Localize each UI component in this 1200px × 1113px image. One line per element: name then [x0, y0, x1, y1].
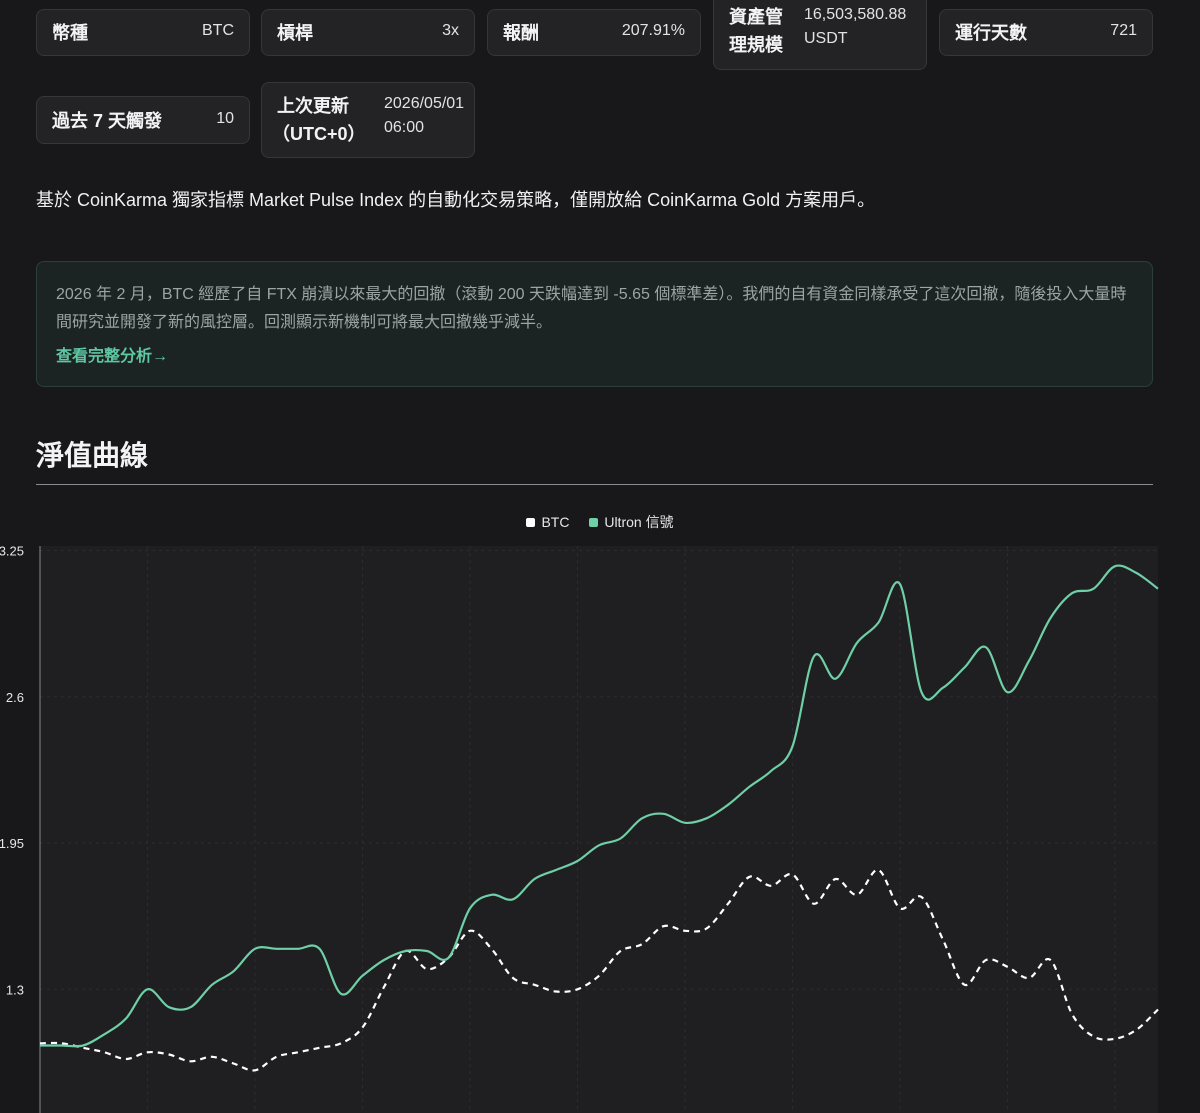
- ultron-swatch: [589, 518, 599, 527]
- stat-card-days: 運行天數 721: [939, 9, 1153, 56]
- stat-card-aum: 資產管 理規模 16,503,580.88 USDT: [713, 0, 927, 70]
- currency-label: 幣種: [52, 23, 88, 43]
- updated-label-line2: （UTC+0）: [272, 124, 366, 144]
- updated-value-line1: 2026/05/01: [384, 95, 465, 112]
- chart-legend: BTC Ultron 信號: [0, 512, 1200, 532]
- stat-card-updated: 上次更新 （UTC+0） 2026/05/01 06:00: [261, 82, 475, 158]
- aum-value-line2: USDT: [804, 30, 848, 47]
- section-title: 淨值曲線: [36, 440, 149, 471]
- updated-value-line2: 06:00: [384, 119, 425, 136]
- triggers-label: 過去 7 天觸發: [52, 111, 163, 131]
- aum-value-line1: 16,503,580.88: [804, 6, 907, 23]
- triggers-value: 10: [216, 110, 234, 127]
- legend-item-btc[interactable]: BTC: [526, 514, 569, 530]
- return-label: 報酬: [503, 23, 539, 43]
- y-tick-label: 1.3: [6, 982, 24, 997]
- legend-label-ultron: Ultron 信號: [604, 514, 674, 530]
- strategy-description: 基於 CoinKarma 獨家指標 Market Pulse Index 的自動…: [36, 190, 876, 210]
- days-label: 運行天數: [955, 23, 1027, 43]
- y-tick-label: 3.25: [0, 544, 24, 559]
- y-tick-label: 2.6: [6, 690, 24, 705]
- legend-label-btc: BTC: [541, 514, 570, 530]
- aum-label-line1: 資產管: [729, 7, 783, 27]
- btc-swatch: [526, 518, 536, 527]
- leverage-label: 槓桿: [277, 23, 313, 43]
- updated-label-line1: 上次更新: [277, 96, 349, 116]
- legend-item-ultron[interactable]: Ultron 信號: [589, 512, 674, 532]
- stat-card-leverage: 槓桿 3x: [261, 9, 475, 56]
- aum-label-line2: 理規模: [729, 35, 783, 55]
- view-full-analysis-link[interactable]: 查看完整分析→: [56, 342, 168, 366]
- stat-card-triggers: 過去 7 天觸發 10: [36, 96, 250, 144]
- stat-card-return: 報酬 207.91%: [487, 9, 701, 56]
- drawdown-notice: 2026 年 2 月，BTC 經歷了自 FTX 崩潰以來最大的回撤（滾動 200…: [36, 261, 1153, 387]
- stat-card-currency: 幣種 BTC: [36, 9, 250, 56]
- plot-area: [40, 546, 1158, 1113]
- currency-value: BTC: [202, 22, 234, 39]
- leverage-value: 3x: [442, 22, 459, 39]
- section-divider: [36, 484, 1153, 485]
- return-value: 207.91%: [621, 22, 685, 39]
- net-value-chart: 3.25 2.6 1.95 1.3: [0, 544, 1159, 1113]
- days-value: 721: [1110, 22, 1137, 39]
- y-tick-label: 1.95: [0, 836, 24, 851]
- notice-text: 2026 年 2 月，BTC 經歷了自 FTX 崩潰以來最大的回撤（滾動 200…: [56, 286, 1127, 331]
